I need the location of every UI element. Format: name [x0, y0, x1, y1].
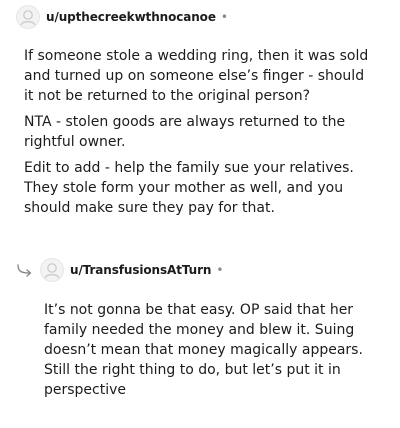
comment-header: u/upthecreekwthnocanoe •: [16, 5, 228, 29]
username-link[interactable]: u/TransfusionsAtTurn: [70, 263, 211, 277]
meta-separator: •: [216, 263, 224, 277]
user-avatar-icon[interactable]: [16, 5, 40, 29]
user-avatar-icon[interactable]: [40, 258, 64, 282]
username-link[interactable]: u/upthecreekwthnocanoe: [46, 10, 216, 24]
meta-separator: •: [220, 10, 228, 24]
reply-arrow-icon: [17, 264, 32, 277]
comment-body: It’s not gonna be that easy. OP said tha…: [44, 300, 384, 406]
comment-paragraph: NTA - stolen goods are always returned t…: [24, 114, 346, 150]
comment-header: u/TransfusionsAtTurn •: [16, 258, 223, 282]
comment-paragraph: Edit to add - help the family sue your r…: [24, 160, 354, 216]
comment-paragraph: If someone stole a wedding ring, then it…: [24, 48, 369, 104]
comment-paragraph: It’s not gonna be that easy. OP said tha…: [44, 302, 363, 398]
comment-body: If someone stole a wedding ring, then it…: [24, 46, 374, 224]
